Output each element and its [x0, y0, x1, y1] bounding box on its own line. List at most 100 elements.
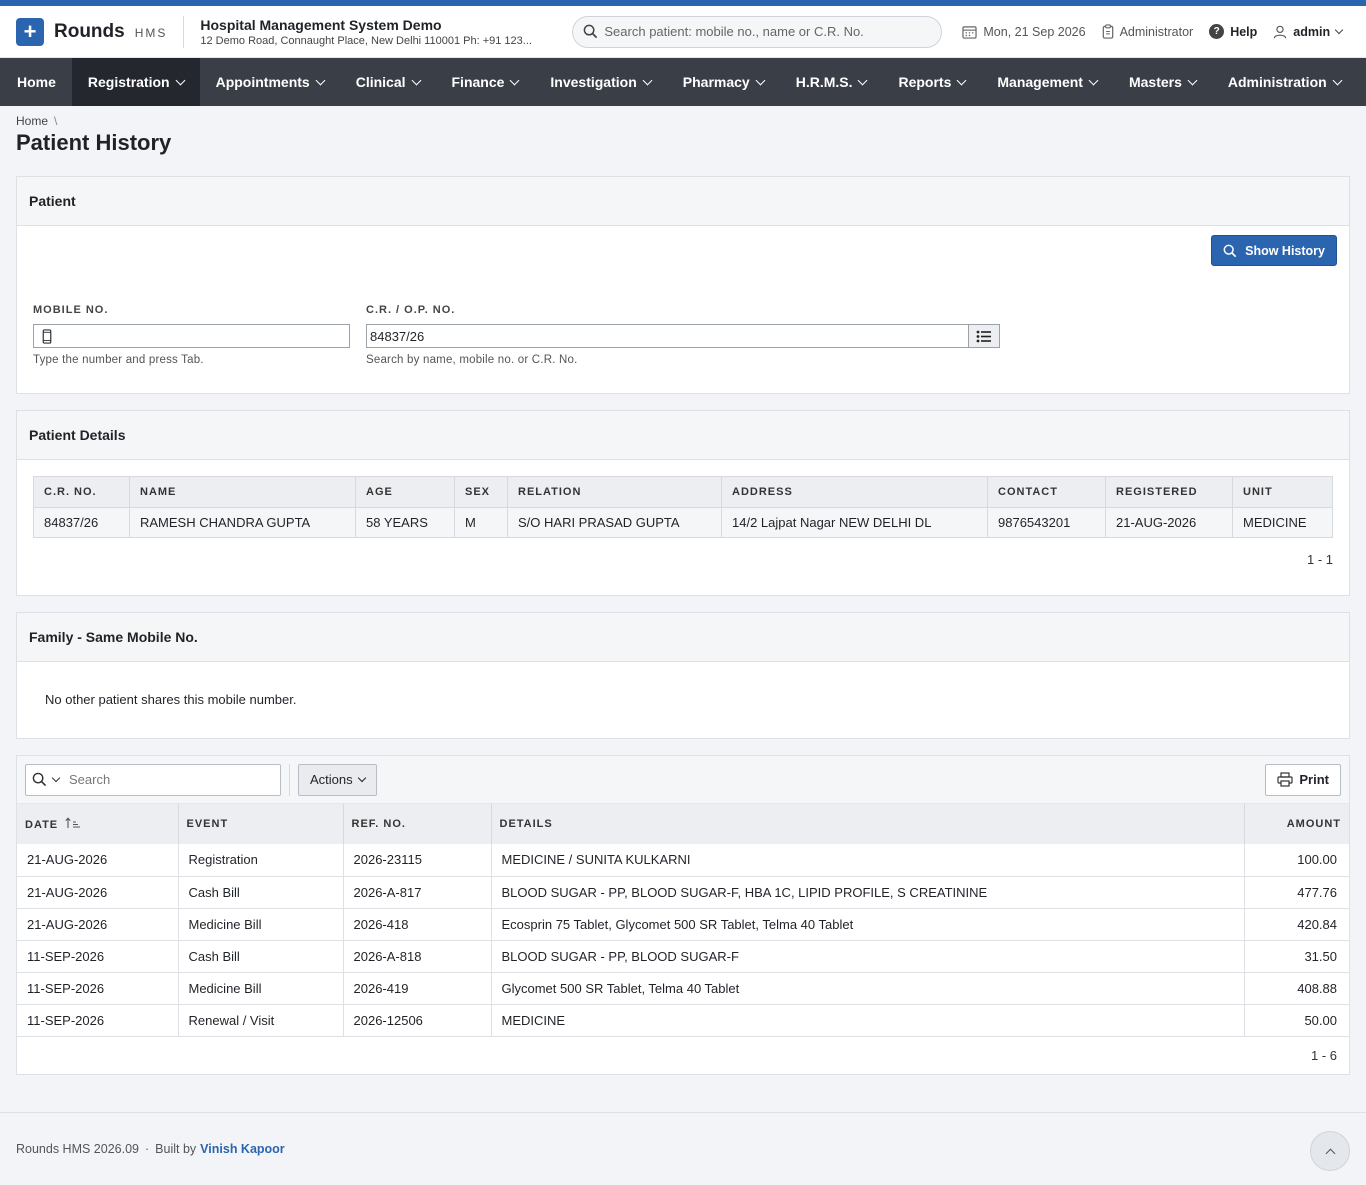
global-search-input[interactable]	[604, 24, 925, 39]
mobile-input[interactable]	[53, 328, 346, 344]
logo-cross-icon[interactable]: +	[16, 17, 44, 46]
cr-field[interactable]	[366, 324, 969, 348]
nav-label: Reports	[898, 74, 952, 90]
column-header[interactable]: EVENT	[178, 804, 344, 844]
footer-author-link[interactable]: Vinish Kapoor	[200, 1142, 285, 1156]
page-title: Patient History	[16, 130, 172, 155]
help-label: Help	[1230, 24, 1258, 39]
patient-panel-title: Patient	[17, 177, 1349, 226]
footer-version: Rounds HMS 2026.09	[16, 1142, 139, 1156]
chevron-down-icon	[1334, 25, 1344, 34]
patient-details-table: C.R. NO. NAME AGE SEX RELATION ADDRESS C…	[33, 476, 1333, 538]
list-of-values-button[interactable]	[969, 324, 1000, 348]
nav-label: Pharmacy	[682, 74, 750, 90]
show-history-label: Show History	[1245, 243, 1325, 258]
column-header[interactable]: DETAILS	[491, 804, 1245, 844]
chevron-down-icon	[315, 75, 326, 85]
role-label: Administrator	[1119, 24, 1194, 39]
help-link[interactable]: ? Help	[1209, 24, 1257, 39]
table-cell: M	[454, 507, 508, 538]
cell-details: BLOOD SUGAR - PP, BLOOD SUGAR-F, HBA 1C,…	[491, 875, 1245, 908]
footer-built-by: Built by	[155, 1142, 197, 1156]
nav-clinical[interactable]: Clinical	[340, 58, 436, 106]
role-display[interactable]: Administrator	[1102, 24, 1194, 39]
main-content: Home \ Patient History Patient Show Histo…	[0, 106, 1366, 1075]
details-pagination: 1 - 1	[1306, 552, 1333, 567]
table-row: 11-SEP-2026 Cash Bill 2026-A-818 BLOOD S…	[17, 939, 1349, 972]
nav-investigation[interactable]: Investigation	[534, 58, 666, 106]
column-header-date[interactable]: DATE	[17, 804, 179, 844]
cell-ref: 2026-A-817	[343, 875, 492, 908]
cell-event: Cash Bill	[178, 939, 344, 972]
column-header[interactable]: REF. NO.	[343, 804, 492, 844]
nav-label: Clinical	[355, 74, 406, 90]
cell-event: Medicine Bill	[178, 907, 344, 940]
user-menu[interactable]: admin	[1273, 25, 1344, 39]
current-date: Mon, 21 Sep 2026	[983, 24, 1086, 39]
show-history-button[interactable]: Show History	[1211, 235, 1337, 266]
hospital-address: 12 Demo Road, Connaught Place, New Delhi…	[200, 34, 532, 47]
report-search-input[interactable]	[69, 772, 249, 787]
page-footer: Rounds HMS 2026.09 · Built by Vinish Kap…	[0, 1112, 1366, 1185]
table-cell: 21-AUG-2026	[1105, 507, 1233, 538]
column-header[interactable]: CONTACT	[987, 476, 1106, 508]
mobile-field-group: MOBILE NO. Type the number and press Tab…	[33, 304, 350, 366]
cell-event: Medicine Bill	[178, 971, 344, 1004]
table-row: 84837/26 RAMESH CHANDRA GUPTA 58 YEARS M…	[33, 507, 1333, 538]
column-header[interactable]: UNIT	[1232, 476, 1333, 508]
column-header[interactable]: ADDRESS	[721, 476, 988, 508]
nav-reports[interactable]: Reports	[882, 58, 981, 106]
cell-ref: 2026-A-818	[343, 939, 492, 972]
scroll-to-top-button[interactable]	[1310, 1131, 1350, 1171]
nav-home[interactable]: Home	[1, 58, 72, 106]
mobile-field[interactable]	[33, 324, 350, 348]
column-header[interactable]: NAME	[129, 476, 356, 508]
history-pagination-bar: 1 - 6	[17, 1036, 1349, 1073]
brand-name[interactable]: Rounds	[54, 21, 125, 43]
nav-management[interactable]: Management	[981, 58, 1113, 106]
cr-help: Search by name, mobile no. or C.R. No.	[366, 354, 578, 366]
cell-amount: 100.00	[1297, 852, 1337, 868]
cr-input[interactable]	[370, 328, 965, 344]
chevron-down-icon	[411, 75, 421, 85]
nav-appointments[interactable]: Appointments	[200, 58, 340, 106]
chevron-down-icon[interactable]	[51, 773, 61, 782]
column-header[interactable]: C.R. NO.	[33, 476, 130, 508]
breadcrumb-separator: \	[54, 114, 58, 128]
nav-label: Masters	[1128, 74, 1182, 90]
chevron-down-icon	[755, 75, 766, 85]
report-search[interactable]	[25, 763, 281, 796]
print-button[interactable]: Print	[1265, 763, 1341, 796]
nav-pharmacy[interactable]: Pharmacy	[667, 58, 780, 106]
chevron-up-icon	[1325, 1148, 1335, 1158]
cell-ref: 2026-418	[343, 907, 492, 940]
column-header[interactable]: AGE	[355, 476, 455, 508]
nav-finance[interactable]: Finance	[436, 58, 535, 106]
sort-ascending-icon	[65, 817, 81, 828]
nav-administration[interactable]: Administration	[1212, 58, 1357, 106]
family-message: No other patient shares this mobile numb…	[45, 692, 297, 707]
column-header[interactable]: SEX	[454, 476, 508, 508]
search-icon	[584, 24, 598, 39]
column-header[interactable]: AMOUNT	[1244, 804, 1349, 844]
hospital-info: Hospital Management System Demo 12 Demo …	[200, 17, 560, 47]
nav-registration[interactable]: Registration	[71, 58, 200, 106]
global-search[interactable]	[572, 15, 943, 48]
patient-panel-body: Show History MOBILE NO. Type the number …	[17, 226, 1349, 393]
nav-hrms[interactable]: H.R.M.S.	[780, 58, 883, 106]
patient-panel: Patient Show History MOBILE NO. Type the…	[16, 176, 1350, 394]
cell-amount: 408.88	[1244, 971, 1349, 1004]
cell-details: Ecosprin 75 Tablet, Glycomet 500 SR Tabl…	[491, 907, 1245, 940]
nav-masters[interactable]: Masters	[1113, 58, 1212, 106]
chevron-down-icon	[1332, 75, 1343, 85]
nav-label: Management	[997, 74, 1083, 90]
breadcrumb-home[interactable]: Home	[16, 114, 48, 128]
table-row: 11-SEP-2026 Medicine Bill 2026-419 Glyco…	[17, 971, 1349, 1004]
history-pagination: 1 - 6	[1310, 1047, 1337, 1063]
actions-button[interactable]: Actions	[298, 763, 377, 796]
column-header[interactable]: RELATION	[507, 476, 722, 508]
chevron-down-icon	[509, 75, 520, 85]
column-header[interactable]: REGISTERED	[1105, 476, 1233, 508]
chevron-down-icon	[1187, 75, 1198, 85]
table-cell: MEDICINE	[1232, 507, 1333, 538]
